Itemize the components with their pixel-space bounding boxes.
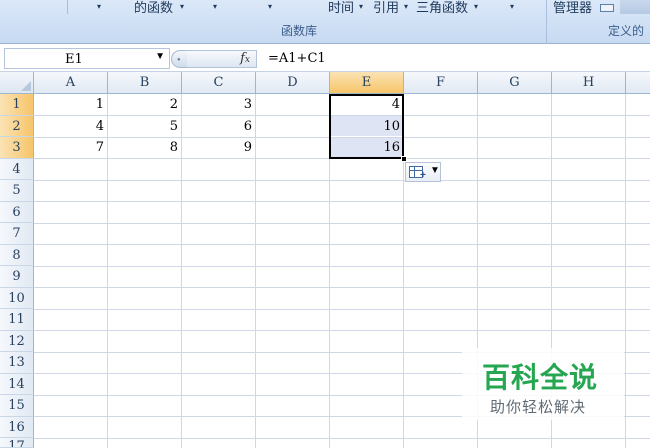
dropdown-arrow-icon[interactable]: ▾ (268, 2, 272, 11)
column-header-a[interactable]: A (34, 72, 108, 94)
ribbon-lookup-button[interactable]: 引用 (373, 0, 399, 16)
name-manager-icon (600, 4, 614, 12)
select-all-button[interactable] (0, 72, 34, 94)
dropdown-arrow-icon[interactable]: ▾ (474, 2, 478, 11)
row-header-14[interactable]: 14 (0, 373, 34, 395)
row-header-6[interactable]: 6 (0, 201, 34, 223)
ribbon-group-separator (546, 0, 547, 44)
select-all-icon (21, 81, 31, 91)
group-label-function-library: 函数库 (281, 24, 318, 38)
plus-icon: + (420, 170, 426, 181)
watermark: 百科全说 助你轻松解决 (462, 348, 624, 420)
row-header-4[interactable]: 4 (0, 158, 34, 180)
dropdown-arrow-icon[interactable]: ▾ (213, 2, 217, 11)
group-label-defined-names: 定义的 (608, 24, 645, 38)
gridline (34, 330, 650, 331)
gridline (34, 308, 650, 310)
column-header-d[interactable]: D (256, 72, 330, 94)
row-header-17[interactable]: 17 (0, 438, 34, 448)
cell-a3[interactable]: 7 (34, 137, 108, 158)
fx-icon: fx (240, 51, 250, 66)
column-header-e[interactable]: E (330, 72, 404, 94)
row-header-15[interactable]: 15 (0, 395, 34, 417)
row-header-3[interactable]: 3 (0, 137, 34, 159)
column-header-c[interactable]: C (182, 72, 256, 94)
dot-icon: ● (177, 57, 181, 63)
gridline (34, 437, 650, 439)
watermark-subtitle: 助你轻松解决 (490, 399, 587, 416)
insert-function-button[interactable]: fx (187, 50, 257, 68)
dropdown-arrow-icon[interactable]: ▾ (404, 2, 408, 11)
column-header-g[interactable]: G (478, 72, 552, 94)
cell-b3[interactable]: 8 (108, 137, 182, 158)
row-header-13[interactable]: 13 (0, 352, 34, 374)
dropdown-arrow-icon[interactable]: ▼ (155, 51, 165, 62)
row-header-10[interactable]: 10 (0, 287, 34, 309)
dropdown-arrow-icon[interactable]: ▾ (97, 2, 101, 11)
column-header-clipped[interactable] (626, 72, 650, 94)
gridline (34, 201, 650, 202)
cell-c1[interactable]: 3 (182, 94, 256, 115)
gridline (34, 179, 650, 181)
ribbon-separator (67, 0, 68, 14)
gridline (34, 244, 650, 245)
ribbon-other-functions-button[interactable]: 的函数 (134, 0, 173, 16)
cell-a1[interactable]: 1 (34, 94, 108, 115)
gridline (34, 222, 650, 224)
dropdown-arrow-icon[interactable]: ▾ (359, 2, 363, 11)
gridline (34, 287, 650, 288)
column-header-f[interactable]: F (404, 72, 478, 94)
column-header-h[interactable]: H (552, 72, 626, 94)
formula-bar-resize-handle[interactable]: ● (171, 50, 187, 68)
dropdown-arrow-icon[interactable]: ▾ (180, 2, 184, 11)
formula-input[interactable]: =A1+C1 (268, 51, 326, 66)
ribbon-math-trig-button[interactable]: 三角函数 (416, 0, 468, 16)
ribbon-clipped-item (620, 0, 650, 14)
cell-b2[interactable]: 5 (108, 116, 182, 137)
row-header-7[interactable]: 7 (0, 223, 34, 245)
gridline (34, 265, 650, 267)
formula-bar: E1 ▼ ● fx =A1+C1 (0, 46, 650, 72)
row-header-2[interactable]: 2 (0, 115, 34, 137)
row-header-16[interactable]: 16 (0, 416, 34, 438)
ribbon: ▾ 的函数 ▾ ▾ ▾ 时间 ▾ 引用 ▾ 三角函数 ▾ ▾ 管理器 函数库 定… (0, 0, 650, 44)
auto-fill-options-button[interactable]: + ▼ (405, 162, 441, 182)
selection-border (329, 94, 404, 159)
column-header-b[interactable]: B (108, 72, 182, 94)
row-header-12[interactable]: 12 (0, 330, 34, 352)
cell-c3[interactable]: 9 (182, 137, 256, 158)
name-box[interactable]: E1 ▼ (4, 48, 170, 69)
name-box-value: E1 (65, 52, 83, 67)
watermark-title: 百科全说 (482, 362, 599, 393)
row-header-11[interactable]: 11 (0, 309, 34, 331)
dropdown-arrow-icon[interactable]: ▾ (510, 2, 514, 11)
cell-c2[interactable]: 6 (182, 116, 256, 137)
row-header-9[interactable]: 9 (0, 266, 34, 288)
ribbon-name-manager-button[interactable]: 管理器 (553, 0, 592, 16)
cell-a2[interactable]: 4 (34, 116, 108, 137)
row-header-1[interactable]: 1 (0, 94, 34, 116)
dropdown-arrow-icon: ▼ (430, 165, 440, 176)
row-header-5[interactable]: 5 (0, 180, 34, 202)
row-header-8[interactable]: 8 (0, 244, 34, 266)
cell-b1[interactable]: 2 (108, 94, 182, 115)
ribbon-datetime-button[interactable]: 时间 (328, 0, 354, 16)
